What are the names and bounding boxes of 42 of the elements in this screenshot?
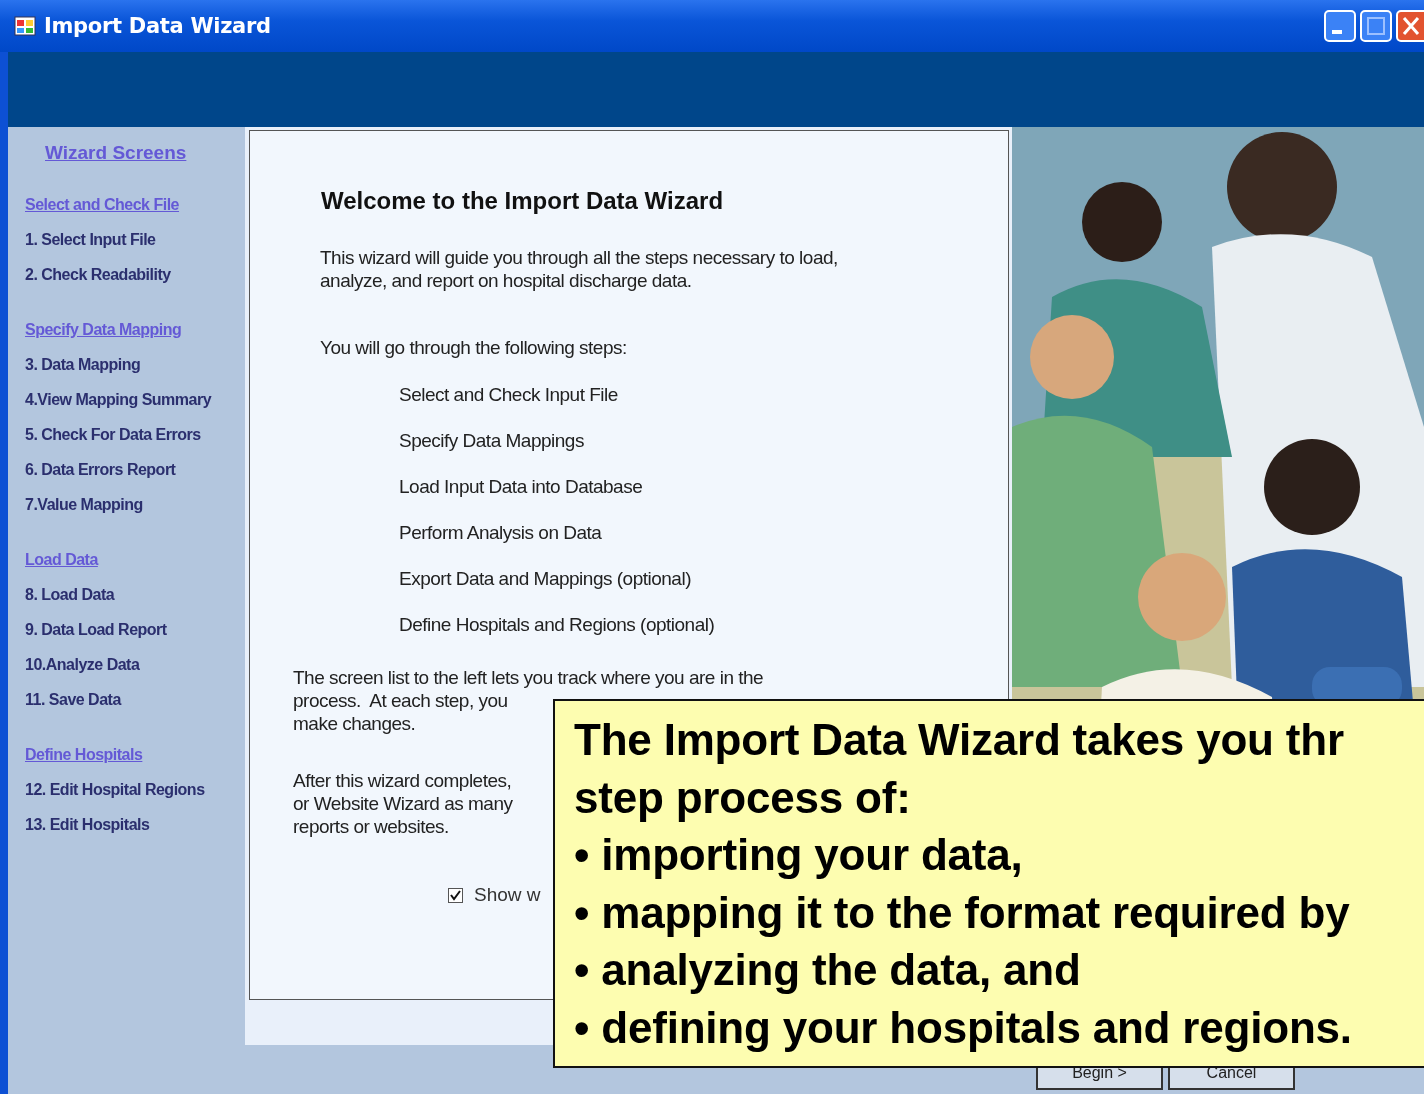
callout-text-line: • importing your data,	[574, 829, 1023, 882]
paragraph-line: make changes.	[293, 712, 416, 735]
paragraph-line: or Website Wizard as many	[293, 792, 513, 815]
paragraph-line: The screen list to the left lets you track where you are in the	[293, 666, 764, 689]
step-link[interactable]: 6. Data Errors Report	[25, 452, 176, 487]
step-text: Select and Check Input File	[399, 383, 618, 406]
checkbox[interactable]	[448, 887, 463, 903]
welcome-heading: Welcome to the Import Data Wizard	[321, 186, 724, 216]
callout-text-line: • mapping it to the format required by	[574, 886, 1350, 939]
paragraph-line: After this wizard completes,	[293, 769, 512, 792]
step-text: Load Input Data into Database	[399, 475, 643, 498]
callout-text-line: • defining your hospitals and regions.	[574, 1001, 1352, 1054]
step-link[interactable]: 13. Edit Hospitals	[25, 807, 150, 842]
step-link[interactable]: 8. Load Data	[25, 577, 115, 612]
paragraph-line: process. At each step, you	[293, 689, 508, 712]
intro-text-line: This wizard will guide you through all the steps necessary to load,	[320, 246, 838, 269]
step-link[interactable]: 11. Save Data	[25, 682, 121, 717]
step-link[interactable]: 4.View Mapping Summary	[25, 382, 212, 417]
app-icon	[14, 15, 36, 37]
paragraph-line: reports or websites.	[293, 815, 449, 838]
callout-text-line: The Import Data Wizard takes you thr	[574, 714, 1344, 766]
step-text: Define Hospitals and Regions (optional)	[399, 613, 715, 636]
step-link[interactable]: 2. Check Readability	[25, 257, 171, 292]
steps-intro-text: You will go through the following steps:	[320, 336, 627, 359]
step-text: Specify Data Mappings	[399, 429, 584, 452]
step-text: Export Data and Mappings (optional)	[399, 567, 691, 590]
callout-text-line: • analyzing the data, and	[574, 944, 1081, 997]
maximize-button[interactable]	[1360, 10, 1392, 42]
step-link[interactable]: 10.Analyze Data	[25, 647, 140, 682]
step-link[interactable]: 12. Edit Hospital Regions	[25, 772, 205, 807]
step-link[interactable]: 3. Data Mapping	[25, 347, 141, 382]
checkbox-label[interactable]: Show w	[474, 884, 541, 906]
step-link[interactable]: 1. Select Input File	[25, 222, 156, 257]
close-button[interactable]	[1396, 10, 1424, 42]
window-title: Import Data Wizard	[44, 14, 271, 38]
callout-text-line: step process of:	[574, 771, 911, 824]
step-link[interactable]: 7.Value Mapping	[25, 487, 143, 522]
minimize-button[interactable]	[1324, 10, 1356, 42]
step-link[interactable]: 5. Check For Data Errors	[25, 417, 201, 452]
step-text: Perform Analysis on Data	[399, 521, 602, 544]
step-link[interactable]: 9. Data Load Report	[25, 612, 167, 647]
intro-text-line: analyze, and report on hospital discharge data.	[320, 269, 692, 292]
